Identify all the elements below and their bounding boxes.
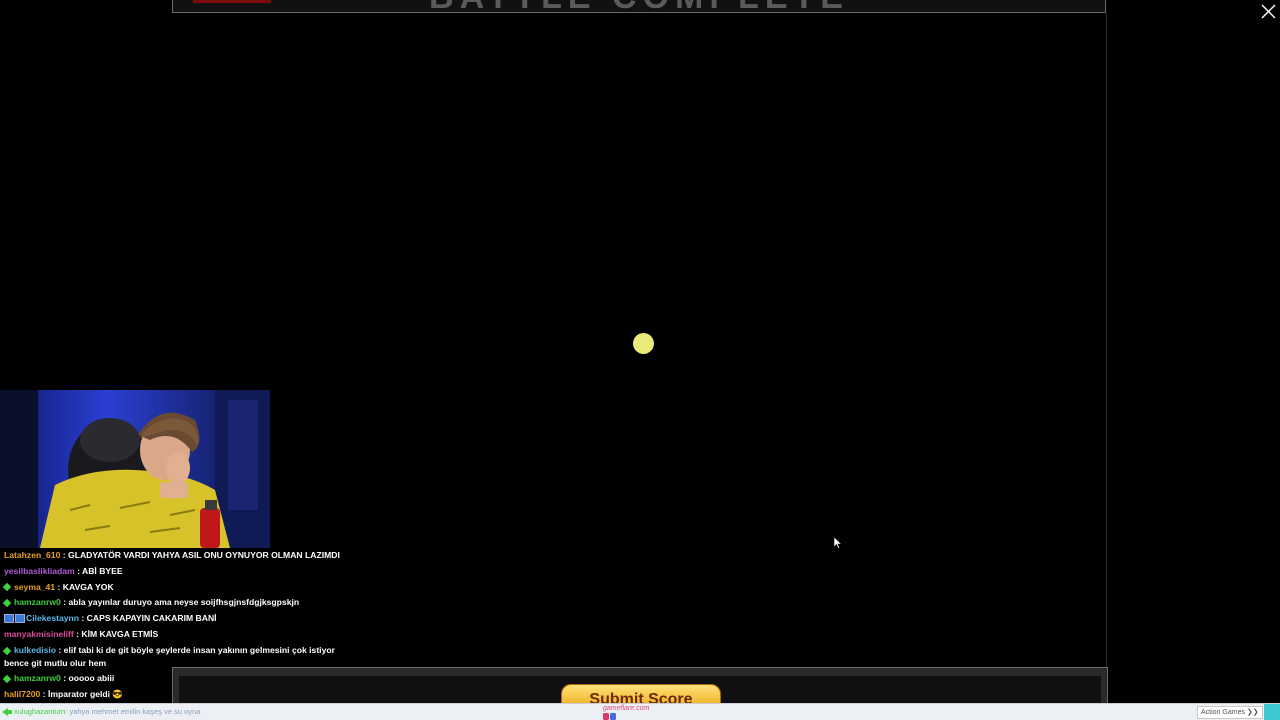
chat-message: hamzanrw0 : abla yayınlar duruyo ama ney… (0, 595, 360, 611)
subscriber-badge-icon (4, 614, 14, 624)
chat-message: seyma_41 : KAVGA YOK (0, 580, 360, 596)
chat-text: : İmparator geldi 😎 (40, 688, 124, 699)
chat-text: : abla yayınlar duruyo ama neyse soijfhs… (60, 597, 300, 608)
chat-username: manyakmisineliff (4, 628, 74, 639)
gameflare-logo[interactable]: gameflare.com (603, 705, 649, 712)
streamer-image (0, 390, 270, 548)
diamond-badge-icon (2, 598, 12, 608)
ticker-message: : yahya mehmet emilin kaşeş ve su oyna (65, 707, 201, 716)
frame-divider (1106, 13, 1107, 668)
close-icon[interactable] (1261, 4, 1276, 19)
chat-message: yesilbaslikliadam : ABİ BYEE (0, 564, 360, 580)
chat-username: kulkedisio (14, 644, 57, 655)
game-frame-bottom: Submit Score (172, 667, 1108, 708)
chat-message: Cilekestaynn : CAPS KAPAYIN CAKARIM BANİ (0, 611, 360, 627)
site-bottom-bar: xulughazanturn: yahya mehmet emilin kaşe… (0, 703, 1280, 720)
chat-text: : CAPS KAPAYIN CAKARIM BANİ (79, 613, 217, 624)
diamond-badge-icon (2, 646, 12, 655)
chat-username: halil7200 (4, 688, 41, 699)
webcam-feed (0, 390, 270, 548)
chat-username: Cilekestaynn (26, 613, 80, 624)
arrow-left-icon (2, 708, 12, 716)
gameflare-logo-icon (603, 713, 616, 720)
loading-indicator (633, 333, 654, 354)
chat-text: : KİM KAVGA ETMİS (73, 628, 159, 639)
game-title: BATTLE COMPLETE (173, 0, 1105, 12)
chat-username: seyma_41 (14, 581, 56, 592)
chat-text: : GLADYATÖR VARDI YAHYA ASIL ONU OYNUYOR… (60, 550, 340, 560)
chat-username: Latahzen_610 (4, 550, 61, 560)
chat-text: : ABİ BYEE (74, 565, 123, 576)
action-games-link[interactable]: Action Games ❯❯ (1197, 706, 1263, 719)
chat-text: : KAVGA YOK (55, 581, 114, 592)
subscriber-badge-icon (15, 614, 25, 624)
chat-username: hamzanrw0 (14, 597, 61, 608)
chat-message: manyakmisineliff : KİM KAVGA ETMİS (0, 627, 360, 643)
chat-username: hamzanrw0 (14, 672, 61, 683)
mouse-cursor-icon (834, 537, 842, 549)
corner-accent (1264, 704, 1280, 720)
diamond-badge-icon (2, 674, 12, 683)
diamond-badge-icon (2, 583, 12, 592)
ticker-text: xulughazanturn: yahya mehmet emilin kaşe… (14, 707, 200, 716)
ticker-username: xulughazanturn (14, 707, 66, 716)
game-frame-top: BATTLE COMPLETE (172, 0, 1106, 13)
chat-username: yesilbaslikliadam (4, 565, 75, 576)
chat-message: Latahzen_610 : GLADYATÖR VARDI YAHYA ASI… (0, 548, 360, 564)
chat-text: : ooooo abiii (60, 672, 115, 683)
